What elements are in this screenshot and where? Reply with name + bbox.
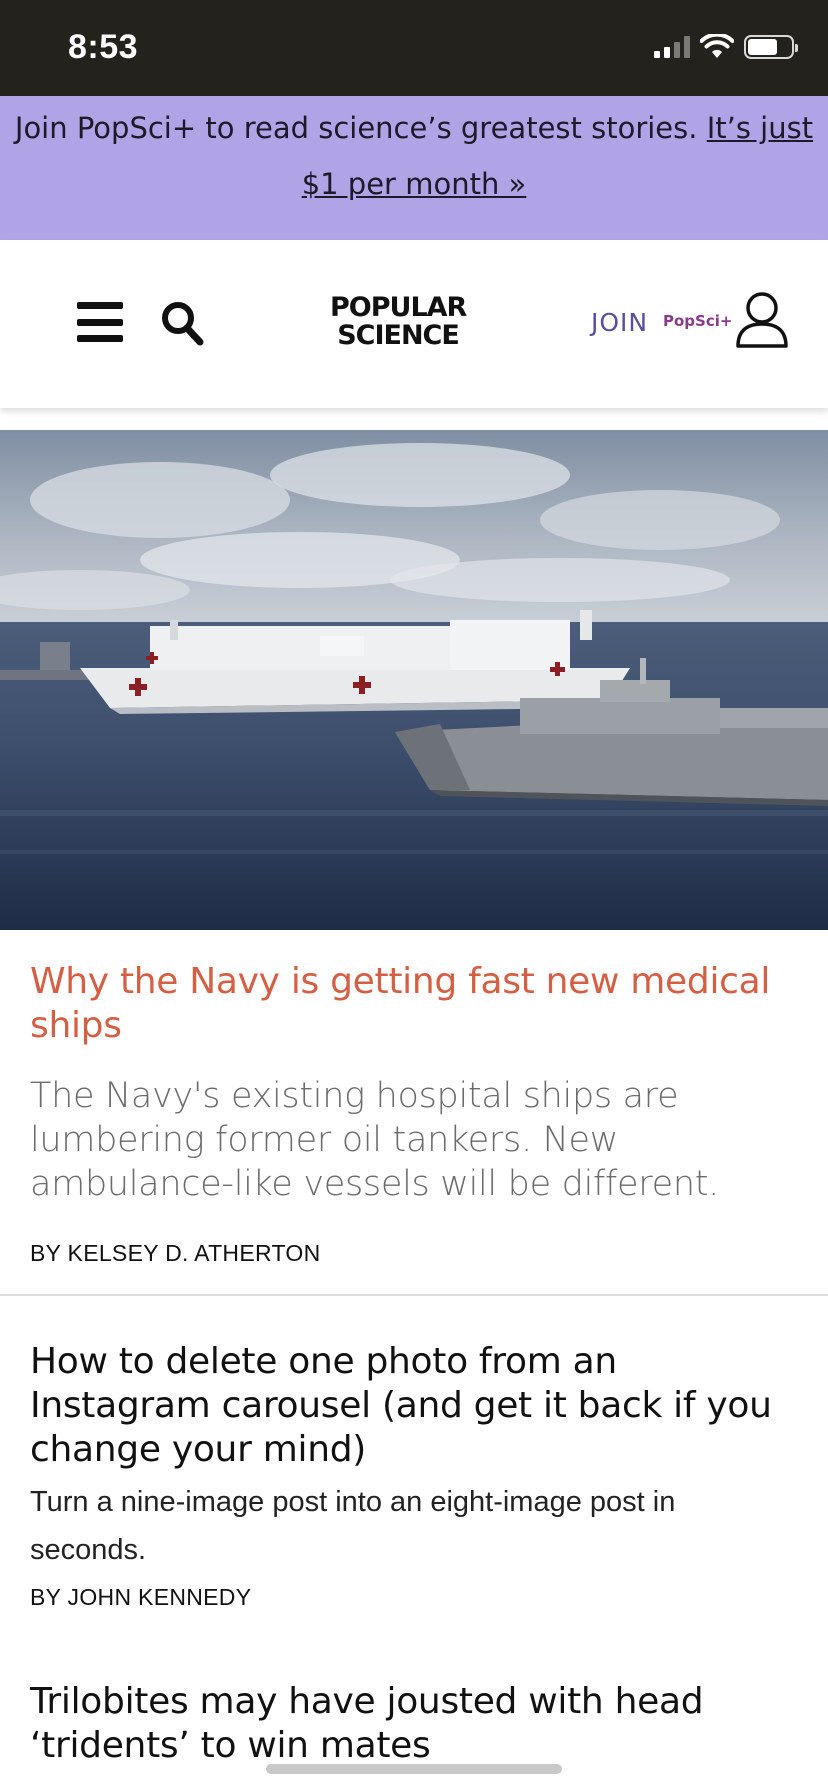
promo-text: Join PopSci+ to read science’s greatest … xyxy=(14,111,707,145)
navy-ships-illustration xyxy=(0,430,828,930)
logo-line-popular: POPULAR xyxy=(330,292,467,323)
article-dek: Turn a nine-image post into an eight-ima… xyxy=(30,1486,676,1566)
user-icon[interactable] xyxy=(734,290,790,350)
article-card[interactable]: How to delete one photo from an Instagra… xyxy=(30,1340,798,1611)
article-title[interactable]: Why the Navy is getting fast new medical… xyxy=(30,960,798,1048)
wifi-icon xyxy=(700,34,734,58)
status-bar: 8:53 xyxy=(0,0,828,96)
article-card[interactable]: Trilobites may have jousted with head ‘t… xyxy=(30,1680,798,1768)
search-icon[interactable] xyxy=(160,300,204,346)
status-icons xyxy=(654,34,798,60)
promo-banner: Join PopSci+ to read science’s greatest … xyxy=(0,96,828,240)
home-indicator[interactable] xyxy=(266,1764,562,1774)
article-title[interactable]: How to delete one photo from an Instagra… xyxy=(30,1340,798,1472)
hero-image[interactable] xyxy=(0,430,828,930)
logo-line-science: SCIENCE xyxy=(337,320,460,351)
article-byline[interactable]: BY JOHN KENNEDY xyxy=(30,1584,798,1611)
divider xyxy=(0,1294,828,1296)
site-header: POPULAR SCIENCE JOIN PopSci+ xyxy=(0,240,828,408)
site-logo[interactable]: POPULAR SCIENCE xyxy=(330,292,467,351)
article-dek: The Navy's existing hospital ships are l… xyxy=(30,1076,719,1204)
article-card-featured[interactable]: Why the Navy is getting fast new medical… xyxy=(30,960,798,1267)
article-title[interactable]: Trilobites may have jousted with head ‘t… xyxy=(30,1680,798,1768)
cellular-signal-icon xyxy=(654,36,690,58)
hamburger-icon[interactable] xyxy=(77,302,123,342)
article-byline[interactable]: BY KELSEY D. ATHERTON xyxy=(30,1240,798,1267)
battery-icon xyxy=(744,35,798,59)
join-button[interactable]: JOIN xyxy=(591,308,648,337)
status-time: 8:53 xyxy=(68,28,139,66)
popsci-plus-logo[interactable]: PopSci+ xyxy=(663,312,732,330)
